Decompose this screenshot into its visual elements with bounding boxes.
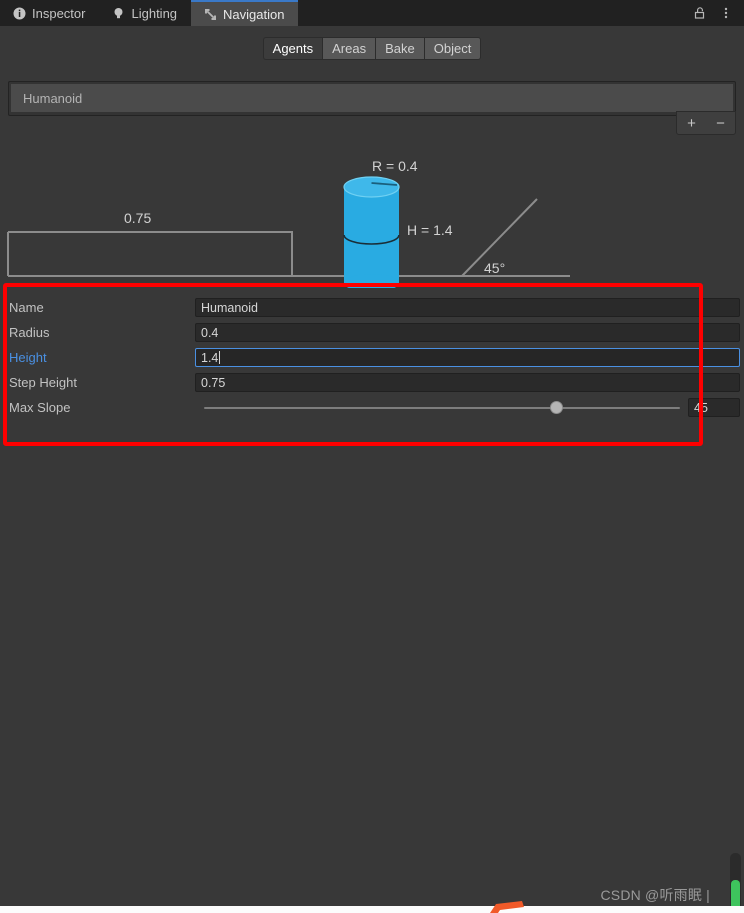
add-agent-label: + bbox=[687, 114, 696, 132]
bottom-edge-strip bbox=[0, 906, 744, 913]
slope-dimension-label: 45° bbox=[484, 260, 506, 276]
navmesh-icon bbox=[203, 7, 217, 21]
max-slope-input[interactable]: 45 bbox=[688, 398, 740, 417]
height-input-value: 1.4 bbox=[201, 350, 219, 365]
text-caret bbox=[219, 351, 221, 364]
agent-list[interactable]: Humanoid bbox=[8, 81, 736, 116]
height-input[interactable]: 1.4 bbox=[195, 348, 740, 367]
radius-label: Radius bbox=[9, 325, 50, 340]
tab-object[interactable]: Object bbox=[423, 36, 482, 60]
step-height-input-value: 0.75 bbox=[201, 375, 226, 390]
property-row-step-height: Step Height 0.75 bbox=[0, 370, 744, 395]
list-item-label: Humanoid bbox=[23, 90, 83, 106]
max-slope-input-value: 45 bbox=[694, 400, 708, 415]
orange-marker-icon bbox=[488, 899, 528, 913]
max-slope-slider[interactable] bbox=[204, 398, 680, 417]
slider-thumb[interactable] bbox=[549, 401, 563, 414]
tab-agents[interactable]: Agents bbox=[262, 36, 323, 60]
height-dimension-label: H = 1.4 bbox=[407, 222, 453, 238]
tab-agents-label: Agents bbox=[272, 40, 314, 56]
info-icon bbox=[12, 6, 26, 20]
property-row-max-slope: Max Slope 45 bbox=[0, 395, 744, 420]
remove-agent-button[interactable]: − bbox=[706, 112, 735, 134]
radius-input[interactable]: 0.4 bbox=[195, 323, 740, 342]
property-row-radius: Radius 0.4 bbox=[0, 320, 744, 345]
agent-properties: Name Humanoid Radius 0.4 Height 1.4 Step… bbox=[0, 295, 744, 420]
step-height-label: Step Height bbox=[9, 375, 77, 390]
agent-cylinder-shape bbox=[343, 176, 400, 288]
tab-navigation-label: Navigation bbox=[223, 6, 285, 22]
tab-object-label: Object bbox=[433, 40, 472, 56]
list-item-humanoid[interactable]: Humanoid bbox=[11, 84, 733, 112]
agent-list-footer: + − bbox=[676, 111, 736, 135]
tab-bake[interactable]: Bake bbox=[375, 36, 424, 60]
tab-bake-label: Bake bbox=[385, 40, 415, 56]
step-height-input[interactable]: 0.75 bbox=[195, 373, 740, 392]
name-input[interactable]: Humanoid bbox=[195, 298, 740, 317]
remove-agent-label: − bbox=[716, 114, 725, 132]
tab-lighting[interactable]: Lighting bbox=[99, 0, 191, 26]
lock-icon[interactable] bbox=[692, 5, 708, 21]
lightbulb-icon bbox=[111, 6, 125, 20]
tab-areas[interactable]: Areas bbox=[322, 36, 376, 60]
radius-input-value: 0.4 bbox=[201, 325, 219, 340]
agent-dimensions-diagram: 0.75 R = 0.4 H = 1.4 45° bbox=[0, 140, 744, 288]
step-height-dimension-label: 0.75 bbox=[124, 210, 152, 226]
tab-lighting-label: Lighting bbox=[131, 5, 178, 21]
window-tab-bar: Inspector Lighting Navigation bbox=[0, 0, 744, 26]
property-row-name: Name Humanoid bbox=[0, 295, 744, 320]
property-row-height: Height 1.4 bbox=[0, 345, 744, 370]
add-agent-button[interactable]: + bbox=[677, 112, 706, 134]
tab-navigation[interactable]: Navigation bbox=[191, 0, 299, 26]
name-input-value: Humanoid bbox=[201, 300, 258, 315]
navigation-sub-toolbar: Agents Areas Bake Object bbox=[0, 26, 744, 70]
max-slope-label: Max Slope bbox=[9, 400, 71, 415]
slider-track bbox=[204, 407, 680, 409]
watermark-text: CSDN @听雨眠 | bbox=[600, 887, 710, 903]
max-slope-control: 45 bbox=[195, 398, 740, 417]
tab-inspector[interactable]: Inspector bbox=[0, 0, 99, 26]
height-label: Height bbox=[9, 350, 47, 365]
tab-areas-label: Areas bbox=[332, 40, 367, 56]
navigation-mode-tabs: Agents Areas Bake Object bbox=[262, 36, 482, 60]
tab-inspector-label: Inspector bbox=[32, 5, 86, 21]
radius-dimension-label: R = 0.4 bbox=[372, 158, 418, 174]
tab-bar-actions bbox=[692, 0, 744, 26]
name-label: Name bbox=[9, 300, 44, 315]
kebab-menu-icon[interactable] bbox=[718, 5, 734, 21]
navigation-window: Inspector Lighting Navigation Agents Are… bbox=[0, 0, 744, 913]
